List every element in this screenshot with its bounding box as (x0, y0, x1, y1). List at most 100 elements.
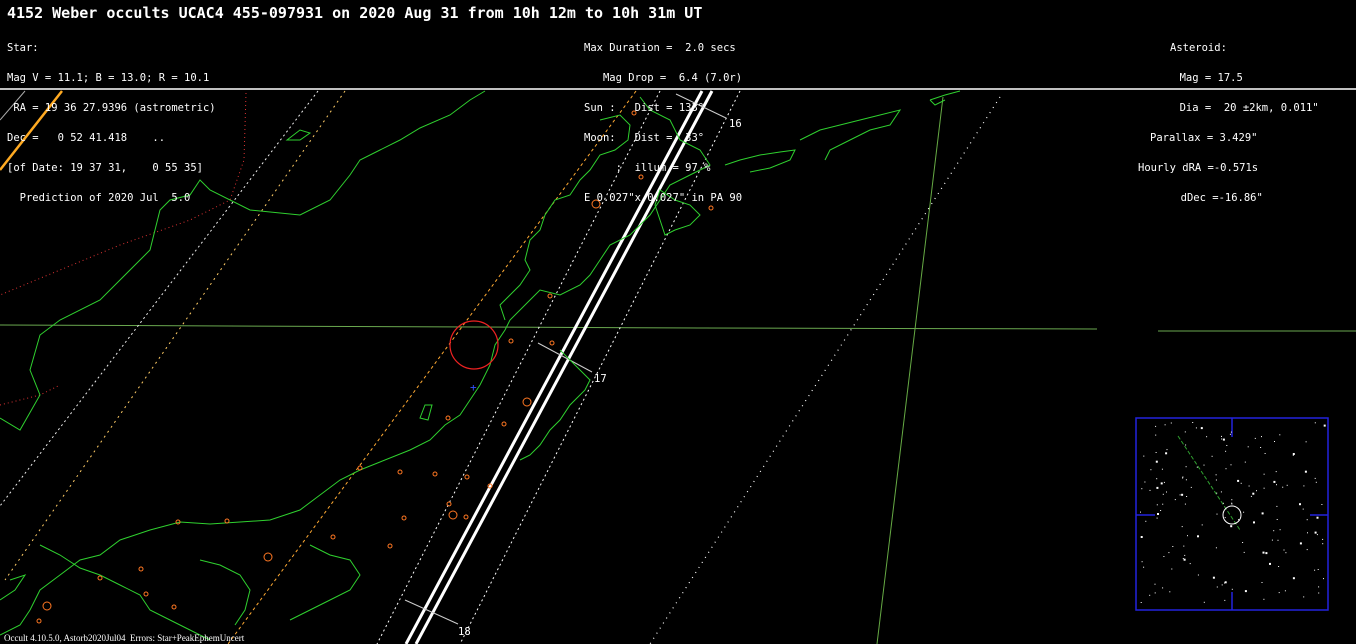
field-star (1216, 586, 1218, 588)
field-star (1189, 563, 1191, 565)
asteroid-line: Asteroid: (1170, 42, 1227, 54)
city-marker (143, 591, 149, 597)
field-star (1230, 431, 1232, 433)
coastline-south-3 (199, 559, 251, 626)
field-star (1322, 538, 1324, 540)
field-star (1318, 592, 1320, 594)
field-star (1184, 554, 1186, 556)
tick-mark-18 (404, 599, 459, 625)
field-star (1192, 422, 1194, 423)
event-title: 4152 Weber occults UCAC4 455-097931 on 2… (7, 4, 703, 22)
asteroid-line: Hourly dRA =-0.571s (1138, 162, 1259, 174)
field-star (1182, 558, 1184, 560)
field-star (1303, 596, 1305, 598)
state-border (0, 384, 61, 406)
field-star (1237, 479, 1240, 482)
field-star (1279, 434, 1281, 436)
field-star (1318, 586, 1320, 588)
city-marker (42, 601, 52, 611)
field-star (1229, 433, 1231, 435)
field-star (1224, 581, 1227, 584)
field-star (1307, 532, 1308, 534)
field-star (1315, 481, 1317, 483)
field-star (1222, 438, 1225, 441)
field-star (1323, 424, 1326, 427)
field-star (1143, 566, 1145, 568)
field-star (1216, 492, 1218, 494)
field-star (1141, 488, 1143, 490)
city-marker (387, 543, 393, 549)
field-star (1184, 503, 1186, 505)
field-star (1314, 569, 1316, 571)
coastline-south-2 (289, 544, 361, 621)
city-marker (171, 604, 177, 610)
field-star (1170, 422, 1172, 424)
field-star (1253, 521, 1255, 524)
field-star (1215, 479, 1217, 481)
field-star (1275, 471, 1277, 473)
field-star (1286, 484, 1288, 486)
star-line: Star: (7, 42, 39, 54)
field-star (1323, 578, 1324, 580)
field-star (1156, 486, 1159, 489)
field-star (1141, 561, 1143, 563)
asteroid-line: Parallax = 3.429" (1150, 132, 1258, 144)
field-star (1166, 449, 1168, 451)
city-marker (263, 552, 273, 562)
field-star (1284, 590, 1286, 592)
star-line: Mag V = 11.1; B = 13.0; R = 10.1 (7, 72, 210, 84)
field-star (1222, 502, 1224, 504)
field-star (1240, 482, 1242, 484)
city-marker (138, 566, 144, 572)
field-star (1174, 499, 1176, 501)
city-marker (547, 293, 553, 299)
field-star (1260, 447, 1262, 448)
field-star (1181, 526, 1183, 528)
field-star (1155, 434, 1157, 436)
field-star (1145, 520, 1147, 522)
field-star (1182, 476, 1184, 478)
city-marker (464, 474, 470, 480)
field-star (1264, 453, 1266, 454)
field-star (1269, 562, 1271, 565)
field-star (1306, 519, 1308, 521)
field-star (1140, 602, 1142, 603)
field-star (1221, 438, 1223, 440)
field-star (1156, 504, 1158, 506)
field-star (1273, 480, 1276, 483)
event-line: Sun : Dist = 133° (584, 102, 705, 114)
field-star (1187, 535, 1188, 537)
field-star (1185, 466, 1187, 468)
city-marker (448, 510, 458, 520)
field-star (1150, 469, 1152, 471)
field-star (1243, 511, 1245, 513)
city-marker (36, 618, 42, 624)
city-marker (463, 514, 469, 520)
field-star (1179, 494, 1181, 496)
field-star (1261, 512, 1264, 515)
city-marker (445, 415, 451, 421)
field-star (1155, 460, 1158, 463)
star-line: Dec = 0 52 41.418 .. (7, 132, 166, 144)
city-marker (432, 471, 438, 477)
field-star (1299, 542, 1302, 545)
field-star (1238, 519, 1239, 521)
asteroid-line: Mag = 17.5 (1148, 72, 1243, 84)
field-star (1190, 486, 1192, 488)
star-line: [of Date: 19 37 31, 0 55 35] (7, 162, 203, 174)
field-star (1242, 542, 1244, 543)
field-star (1250, 495, 1252, 497)
field-star (1196, 466, 1198, 468)
field-star (1273, 530, 1275, 532)
field-star (1212, 576, 1215, 579)
field-star (1215, 547, 1217, 549)
field-star (1163, 556, 1165, 557)
field-star (1265, 552, 1268, 555)
field-star (1224, 517, 1226, 519)
field-star (1166, 491, 1167, 493)
city-marker (549, 340, 555, 346)
star-line: RA = 19 36 27.9396 (astrometric) (7, 102, 216, 114)
event-line: Moon: Dist = 33° (584, 132, 705, 144)
field-star (1285, 552, 1287, 554)
asteroid-info: Asteroid: Mag = 17.5 Dia = 20 ±2km, 0.01… (1138, 23, 1319, 213)
